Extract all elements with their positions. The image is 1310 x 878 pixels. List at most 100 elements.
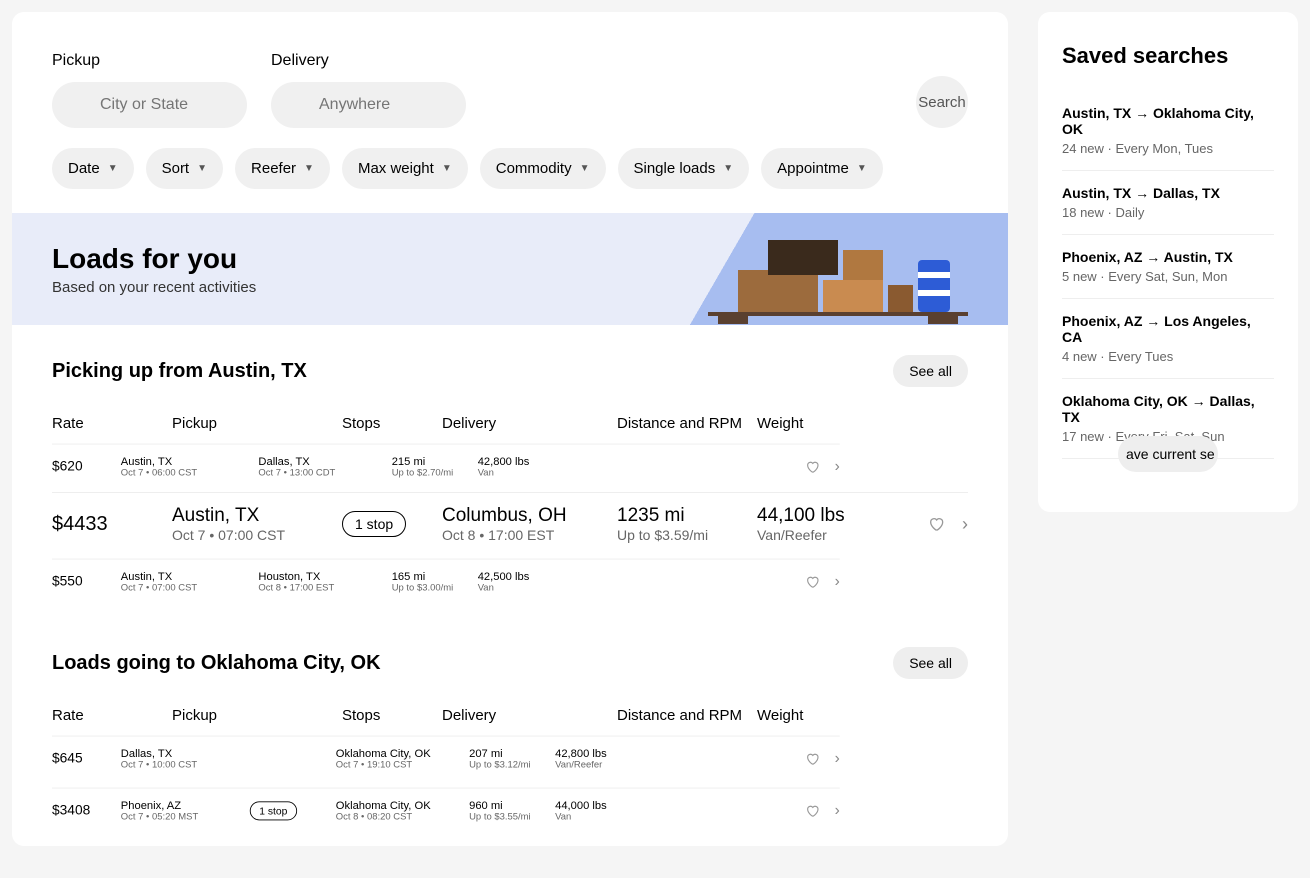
col-rate: Rate	[52, 707, 172, 724]
equipment: Van	[478, 583, 564, 593]
boxes-illustration	[708, 230, 968, 325]
saved-search-item[interactable]: Austin, TX → Dallas, TX 18 new · Daily	[1062, 171, 1274, 235]
load-row[interactable]: $4433 Austin, TXOct 7 • 07:00 CST 1 stop…	[52, 492, 968, 555]
col-delivery: Delivery	[442, 415, 617, 432]
delivery-city: Houston, TX	[258, 570, 391, 583]
main-panel: Pickup Delivery Search Date▼ Sort▼ Reefer▼…	[12, 12, 1008, 846]
weight: 42,800 lbs	[478, 455, 564, 468]
saved-search-item[interactable]: Phoenix, AZ → Los Angeles, CA 4 new · Eve…	[1062, 299, 1274, 379]
heart-icon[interactable]	[805, 575, 819, 589]
sidebar-saved-searches: Saved searches Austin, TX → Oklahoma Cit…	[1038, 12, 1298, 512]
rate: $645	[52, 751, 121, 766]
equipment: Van	[555, 812, 641, 822]
filter-reefer[interactable]: Reefer▼	[235, 148, 330, 189]
filter-row: Date▼ Sort▼ Reefer▼ Max weight▼ Commodity▼ Si…	[12, 148, 1008, 213]
rpm: Up to $2.70/mi	[392, 468, 478, 478]
section-going-to: Loads going to Oklahoma City, OK See all…	[12, 617, 1008, 846]
weight: 42,800 lbs	[555, 747, 641, 760]
pickup-time: Oct 7 • 07:00 CST	[121, 583, 259, 593]
see-all-button[interactable]: See all	[893, 355, 968, 387]
weight: 42,500 lbs	[478, 570, 564, 583]
delivery-city: Oklahoma City, OK	[336, 747, 469, 760]
filter-date[interactable]: Date▼	[52, 148, 134, 189]
stops-cell: 1 stop	[250, 801, 336, 820]
chevron-right-icon[interactable]: ›	[835, 572, 840, 590]
distance: 1235 mi	[617, 505, 757, 527]
delivery-city: Oklahoma City, OK	[336, 799, 469, 812]
delivery-time: Oct 7 • 13:00 CDT	[258, 468, 391, 478]
filter-max-weight[interactable]: Max weight▼	[342, 148, 468, 189]
pickup-input[interactable]	[52, 82, 247, 128]
heart-icon[interactable]	[805, 804, 819, 818]
chevron-right-icon[interactable]: ›	[835, 457, 840, 475]
table-header: Rate Pickup Stops Delivery Distance and …	[52, 407, 968, 440]
chevron-down-icon: ▼	[197, 163, 207, 174]
saved-search-item[interactable]: Phoenix, AZ → Austin, TX 5 new · Every Sa…	[1062, 235, 1274, 299]
chevron-right-icon[interactable]: ›	[835, 801, 840, 819]
delivery-time: Oct 7 • 19:10 CST	[336, 760, 469, 770]
chevron-right-icon[interactable]: ›	[962, 514, 968, 535]
saved-route: Austin, TX → Oklahoma City, OK	[1062, 105, 1274, 137]
stops-pill: 1 stop	[250, 801, 297, 820]
heart-icon[interactable]	[928, 516, 944, 532]
see-all-button[interactable]: See all	[893, 647, 968, 679]
saved-search-item[interactable]: Austin, TX → Oklahoma City, OK 24 new · E…	[1062, 91, 1274, 171]
filter-appointme[interactable]: Appointme▼	[761, 148, 883, 189]
col-pickup: Pickup	[172, 415, 342, 432]
filter-commodity[interactable]: Commodity▼	[480, 148, 606, 189]
delivery-time: Oct 8 • 08:20 CST	[336, 812, 469, 822]
col-stops: Stops	[342, 415, 442, 432]
filter-single-loads[interactable]: Single loads▼	[618, 148, 750, 189]
delivery-city: Columbus, OH	[442, 505, 617, 527]
saved-meta: 5 new · Every Sat, Sun, Mon	[1062, 269, 1274, 284]
saved-route: Austin, TX → Dallas, TX	[1062, 185, 1274, 201]
pickup-city: Austin, TX	[121, 455, 259, 468]
rate: $550	[52, 574, 121, 589]
rate: $4433	[52, 513, 172, 536]
equipment: Van/Reefer	[757, 527, 877, 543]
chevron-right-icon[interactable]: ›	[835, 749, 840, 767]
saved-route: Phoenix, AZ → Austin, TX	[1062, 249, 1274, 265]
hero-banner: Loads for you Based on your recent activ…	[12, 213, 1008, 325]
section-picking-up: Picking up from Austin, TX See all Rate …	[12, 325, 1008, 617]
section1-title: Picking up from Austin, TX	[52, 360, 307, 383]
pickup-time: Oct 7 • 07:00 CST	[172, 527, 342, 543]
rpm: Up to $3.55/mi	[469, 812, 555, 822]
col-weight: Weight	[757, 707, 877, 724]
filter-sort[interactable]: Sort▼	[146, 148, 223, 189]
search-button[interactable]: Search	[916, 76, 968, 128]
chevron-down-icon: ▼	[857, 163, 867, 174]
col-delivery: Delivery	[442, 707, 617, 724]
delivery-input[interactable]	[271, 82, 466, 128]
chevron-down-icon: ▼	[304, 163, 314, 174]
heart-icon[interactable]	[805, 460, 819, 474]
load-row[interactable]: $620 Austin, TXOct 7 • 06:00 CST Dallas,…	[52, 444, 840, 489]
distance: 207 mi	[469, 747, 555, 760]
col-pickup: Pickup	[172, 707, 342, 724]
distance: 960 mi	[469, 799, 555, 812]
col-stops: Stops	[342, 707, 442, 724]
heart-icon[interactable]	[805, 752, 819, 766]
load-row[interactable]: $550 Austin, TXOct 7 • 07:00 CST Houston…	[52, 559, 840, 604]
rate: $3408	[52, 803, 121, 818]
saved-meta: 24 new · Every Mon, Tues	[1062, 141, 1274, 156]
saved-meta: 4 new · Every Tues	[1062, 349, 1274, 364]
pickup-time: Oct 7 • 05:20 MST	[121, 812, 250, 822]
section2-title: Loads going to Oklahoma City, OK	[52, 652, 381, 675]
saved-route: Phoenix, AZ → Los Angeles, CA	[1062, 313, 1274, 345]
search-bar: Pickup Delivery Search	[12, 12, 1008, 148]
load-row[interactable]: $645 Dallas, TXOct 7 • 10:00 CST Oklahom…	[52, 736, 840, 781]
chevron-down-icon: ▼	[442, 163, 452, 174]
save-current-search-button[interactable]: ave current se	[1118, 436, 1218, 472]
delivery-label: Delivery	[271, 52, 466, 70]
saved-title: Saved searches	[1062, 42, 1274, 71]
load-row[interactable]: $3408 Phoenix, AZOct 7 • 05:20 MST 1 sto…	[52, 788, 840, 833]
equipment: Van	[478, 468, 564, 478]
stops-pill: 1 stop	[342, 511, 406, 537]
delivery-time: Oct 8 • 17:00 EST	[258, 583, 391, 593]
rpm: Up to $3.00/mi	[392, 583, 478, 593]
pickup-time: Oct 7 • 06:00 CST	[121, 468, 259, 478]
saved-meta: 18 new · Daily	[1062, 205, 1274, 220]
pickup-city: Dallas, TX	[121, 747, 250, 760]
weight: 44,000 lbs	[555, 799, 641, 812]
